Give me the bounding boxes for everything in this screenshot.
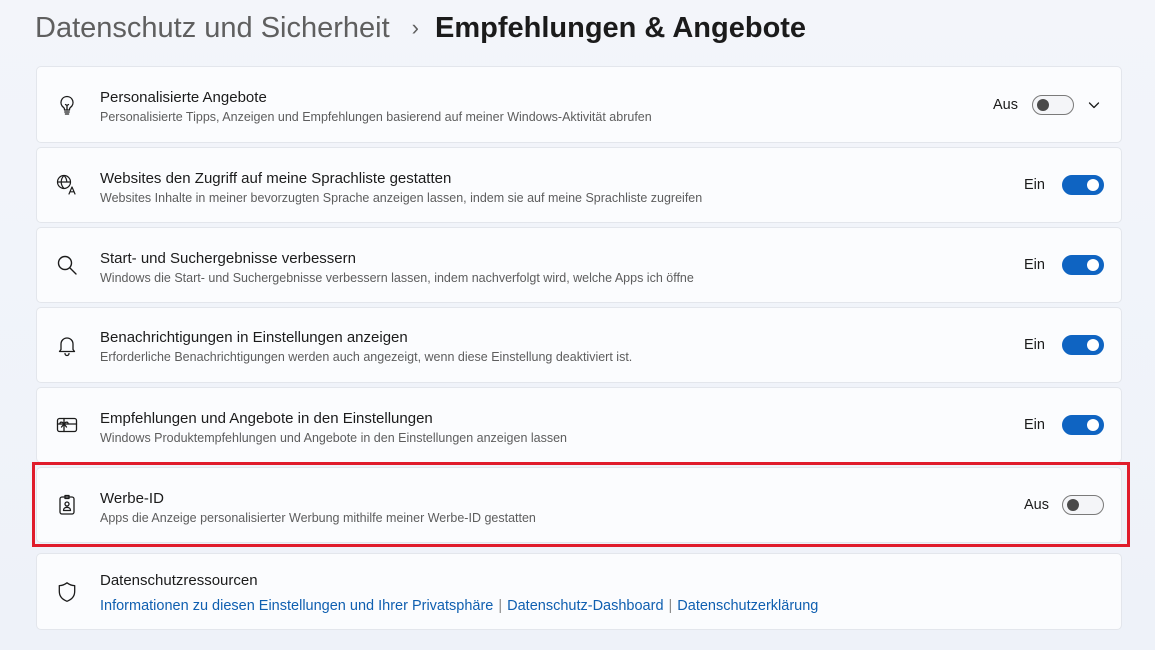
setting-title: Personalisierte Angebote [100,89,267,106]
setting-description: Websites Inhalte in meiner bevorzugten S… [100,191,703,205]
resources-title: Datenschutzressourcen [100,572,258,589]
search-icon [55,253,79,277]
toggle-state-label: Ein [1024,177,1045,193]
privacy-dashboard-link[interactable]: Datenschutz-Dashboard [507,598,663,614]
breadcrumb: Datenschutz und Sicherheit › Empfehlunge… [35,6,806,50]
setting-title: Werbe-ID [100,490,164,507]
setting-description: Windows die Start- und Suchergebnisse ve… [100,271,694,285]
toggle-knob [1087,179,1099,191]
start-search-toggle[interactable] [1062,255,1104,275]
bell-icon [55,333,79,357]
setting-description: Erforderliche Benachrichtigungen werden … [100,350,633,364]
privacy-resources: Datenschutzressourcen Informationen zu d… [36,553,1122,630]
setting-title: Websites den Zugriff auf meine Sprachlis… [100,170,452,187]
privacy-info-link[interactable]: Informationen zu diesen Einstellungen un… [100,598,493,614]
setting-description: Apps die Anzeige personalisierter Werbun… [100,511,536,525]
toggle-state-label: Aus [1024,497,1049,513]
toggle-state-label: Aus [993,96,1018,113]
setting-advertising-id: Werbe-ID Apps die Anzeige personalisiert… [36,467,1122,543]
breadcrumb-parent[interactable]: Datenschutz und Sicherheit [35,12,390,45]
setting-start-search: Start- und Suchergebnisse verbessern Win… [36,227,1122,303]
setting-description: Personalisierte Tipps, Anzeigen und Empf… [100,110,652,124]
setting-title: Benachrichtigungen in Einstellungen anze… [100,329,408,346]
setting-recommendations: Empfehlungen und Angebote in den Einstel… [36,387,1122,463]
toggle-state-label: Ein [1024,417,1045,433]
setting-title: Empfehlungen und Angebote in den Einstel… [100,410,433,427]
gift-card-icon [55,413,79,437]
personalized-offers-toggle[interactable] [1032,94,1074,115]
setting-title: Start- und Suchergebnisse verbessern [100,250,356,267]
advertising-id-toggle[interactable] [1062,495,1104,515]
notifications-toggle[interactable] [1062,335,1104,355]
lightbulb-icon [55,93,79,117]
toggle-knob [1087,339,1099,351]
link-separator: | [668,598,673,614]
language-list-toggle[interactable] [1062,175,1104,195]
link-separator: | [498,598,503,614]
setting-language-list: Websites den Zugriff auf meine Sprachlis… [36,147,1122,223]
toggle-state-label: Ein [1024,337,1045,353]
toggle-state-label: Ein [1024,257,1045,273]
toggle-knob [1087,419,1099,431]
resources-links: Informationen zu diesen Einstellungen un… [100,598,818,614]
chevron-down-icon[interactable] [1087,98,1101,112]
toggle-knob [1087,259,1099,271]
shield-icon [55,580,79,604]
toggle-knob [1037,98,1049,111]
recommendations-toggle[interactable] [1062,415,1104,435]
setting-description: Windows Produktempfehlungen und Angebote… [100,431,567,445]
page-title: Empfehlungen & Angebote [434,11,807,44]
id-badge-icon [55,493,79,517]
language-icon [55,173,79,197]
setting-personalized-offers[interactable]: Personalisierte Angebote Personalisierte… [36,66,1122,143]
breadcrumb-separator: › [411,15,419,40]
setting-notifications: Benachrichtigungen in Einstellungen anze… [36,307,1122,383]
privacy-statement-link[interactable]: Datenschutzerklärung [677,598,818,614]
toggle-knob [1067,499,1079,511]
